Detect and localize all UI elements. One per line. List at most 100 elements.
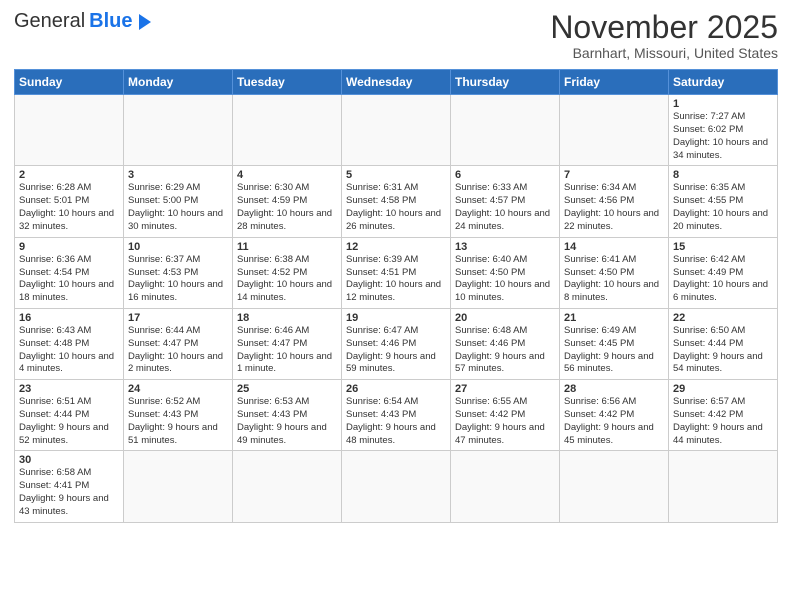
- day-info: Sunrise: 6:42 AM Sunset: 4:49 PM Dayligh…: [673, 254, 773, 305]
- calendar-cell: 19Sunrise: 6:47 AM Sunset: 4:46 PM Dayli…: [342, 308, 451, 379]
- calendar-cell: 13Sunrise: 6:40 AM Sunset: 4:50 PM Dayli…: [451, 237, 560, 308]
- day-number: 19: [346, 312, 446, 324]
- day-info: Sunrise: 6:52 AM Sunset: 4:43 PM Dayligh…: [128, 396, 228, 447]
- day-number: 26: [346, 383, 446, 395]
- day-number: 30: [19, 454, 119, 466]
- calendar-table: Sunday Monday Tuesday Wednesday Thursday…: [14, 69, 778, 523]
- calendar-cell: [124, 451, 233, 522]
- header-tuesday: Tuesday: [233, 70, 342, 95]
- day-number: 10: [128, 241, 228, 253]
- calendar-cell: 14Sunrise: 6:41 AM Sunset: 4:50 PM Dayli…: [560, 237, 669, 308]
- logo-general-text: General: [14, 10, 85, 33]
- day-info: Sunrise: 6:36 AM Sunset: 4:54 PM Dayligh…: [19, 254, 119, 305]
- day-info: Sunrise: 6:56 AM Sunset: 4:42 PM Dayligh…: [564, 396, 664, 447]
- calendar-cell: 28Sunrise: 6:56 AM Sunset: 4:42 PM Dayli…: [560, 380, 669, 451]
- calendar-cell: 25Sunrise: 6:53 AM Sunset: 4:43 PM Dayli…: [233, 380, 342, 451]
- calendar-cell: [233, 451, 342, 522]
- calendar-cell: 27Sunrise: 6:55 AM Sunset: 4:42 PM Dayli…: [451, 380, 560, 451]
- calendar-cell: [669, 451, 778, 522]
- calendar-cell: [15, 95, 124, 166]
- calendar-cell: 22Sunrise: 6:50 AM Sunset: 4:44 PM Dayli…: [669, 308, 778, 379]
- day-info: Sunrise: 6:39 AM Sunset: 4:51 PM Dayligh…: [346, 254, 446, 305]
- day-info: Sunrise: 6:40 AM Sunset: 4:50 PM Dayligh…: [455, 254, 555, 305]
- day-info: Sunrise: 6:38 AM Sunset: 4:52 PM Dayligh…: [237, 254, 337, 305]
- day-info: Sunrise: 6:47 AM Sunset: 4:46 PM Dayligh…: [346, 325, 446, 376]
- day-number: 3: [128, 169, 228, 181]
- calendar-subtitle: Barnhart, Missouri, United States: [550, 45, 778, 61]
- logo: General Blue: [14, 10, 151, 33]
- day-info: Sunrise: 6:37 AM Sunset: 4:53 PM Dayligh…: [128, 254, 228, 305]
- day-info: Sunrise: 6:43 AM Sunset: 4:48 PM Dayligh…: [19, 325, 119, 376]
- day-number: 27: [455, 383, 555, 395]
- day-number: 21: [564, 312, 664, 324]
- header-thursday: Thursday: [451, 70, 560, 95]
- day-info: Sunrise: 7:27 AM Sunset: 6:02 PM Dayligh…: [673, 111, 773, 162]
- header-wednesday: Wednesday: [342, 70, 451, 95]
- day-info: Sunrise: 6:53 AM Sunset: 4:43 PM Dayligh…: [237, 396, 337, 447]
- calendar-cell: 4Sunrise: 6:30 AM Sunset: 4:59 PM Daylig…: [233, 166, 342, 237]
- logo-area: General Blue: [14, 10, 151, 33]
- day-info: Sunrise: 6:44 AM Sunset: 4:47 PM Dayligh…: [128, 325, 228, 376]
- day-number: 14: [564, 241, 664, 253]
- day-number: 8: [673, 169, 773, 181]
- calendar-cell: 12Sunrise: 6:39 AM Sunset: 4:51 PM Dayli…: [342, 237, 451, 308]
- header: General Blue November 2025 Barnhart, Mis…: [14, 10, 778, 61]
- calendar-cell: 2Sunrise: 6:28 AM Sunset: 5:01 PM Daylig…: [15, 166, 124, 237]
- calendar-title: November 2025: [550, 10, 778, 45]
- calendar-cell: 30Sunrise: 6:58 AM Sunset: 4:41 PM Dayli…: [15, 451, 124, 522]
- day-number: 4: [237, 169, 337, 181]
- calendar-cell: 3Sunrise: 6:29 AM Sunset: 5:00 PM Daylig…: [124, 166, 233, 237]
- calendar-cell: 20Sunrise: 6:48 AM Sunset: 4:46 PM Dayli…: [451, 308, 560, 379]
- calendar-cell: [124, 95, 233, 166]
- header-friday: Friday: [560, 70, 669, 95]
- day-number: 7: [564, 169, 664, 181]
- calendar-cell: [451, 95, 560, 166]
- day-number: 11: [237, 241, 337, 253]
- header-monday: Monday: [124, 70, 233, 95]
- day-number: 23: [19, 383, 119, 395]
- calendar-cell: 9Sunrise: 6:36 AM Sunset: 4:54 PM Daylig…: [15, 237, 124, 308]
- week-row-5: 23Sunrise: 6:51 AM Sunset: 4:44 PM Dayli…: [15, 380, 778, 451]
- title-area: November 2025 Barnhart, Missouri, United…: [550, 10, 778, 61]
- calendar-cell: 16Sunrise: 6:43 AM Sunset: 4:48 PM Dayli…: [15, 308, 124, 379]
- calendar-cell: 1Sunrise: 7:27 AM Sunset: 6:02 PM Daylig…: [669, 95, 778, 166]
- calendar-cell: 11Sunrise: 6:38 AM Sunset: 4:52 PM Dayli…: [233, 237, 342, 308]
- calendar-cell: [560, 451, 669, 522]
- day-info: Sunrise: 6:35 AM Sunset: 4:55 PM Dayligh…: [673, 182, 773, 233]
- calendar-cell: [560, 95, 669, 166]
- day-info: Sunrise: 6:30 AM Sunset: 4:59 PM Dayligh…: [237, 182, 337, 233]
- day-info: Sunrise: 6:55 AM Sunset: 4:42 PM Dayligh…: [455, 396, 555, 447]
- logo-triangle-icon: [139, 14, 151, 30]
- day-info: Sunrise: 6:34 AM Sunset: 4:56 PM Dayligh…: [564, 182, 664, 233]
- day-info: Sunrise: 6:49 AM Sunset: 4:45 PM Dayligh…: [564, 325, 664, 376]
- day-number: 6: [455, 169, 555, 181]
- day-info: Sunrise: 6:54 AM Sunset: 4:43 PM Dayligh…: [346, 396, 446, 447]
- day-info: Sunrise: 6:57 AM Sunset: 4:42 PM Dayligh…: [673, 396, 773, 447]
- day-number: 28: [564, 383, 664, 395]
- day-info: Sunrise: 6:31 AM Sunset: 4:58 PM Dayligh…: [346, 182, 446, 233]
- week-row-3: 9Sunrise: 6:36 AM Sunset: 4:54 PM Daylig…: [15, 237, 778, 308]
- week-row-1: 1Sunrise: 7:27 AM Sunset: 6:02 PM Daylig…: [15, 95, 778, 166]
- day-info: Sunrise: 6:51 AM Sunset: 4:44 PM Dayligh…: [19, 396, 119, 447]
- day-info: Sunrise: 6:33 AM Sunset: 4:57 PM Dayligh…: [455, 182, 555, 233]
- calendar-cell: 26Sunrise: 6:54 AM Sunset: 4:43 PM Dayli…: [342, 380, 451, 451]
- day-info: Sunrise: 6:50 AM Sunset: 4:44 PM Dayligh…: [673, 325, 773, 376]
- calendar-cell: 10Sunrise: 6:37 AM Sunset: 4:53 PM Dayli…: [124, 237, 233, 308]
- week-row-6: 30Sunrise: 6:58 AM Sunset: 4:41 PM Dayli…: [15, 451, 778, 522]
- calendar-cell: 15Sunrise: 6:42 AM Sunset: 4:49 PM Dayli…: [669, 237, 778, 308]
- header-sunday: Sunday: [15, 70, 124, 95]
- calendar-cell: 8Sunrise: 6:35 AM Sunset: 4:55 PM Daylig…: [669, 166, 778, 237]
- calendar-cell: 29Sunrise: 6:57 AM Sunset: 4:42 PM Dayli…: [669, 380, 778, 451]
- header-saturday: Saturday: [669, 70, 778, 95]
- logo-blue-text: Blue: [89, 10, 132, 33]
- day-info: Sunrise: 6:41 AM Sunset: 4:50 PM Dayligh…: [564, 254, 664, 305]
- day-number: 9: [19, 241, 119, 253]
- calendar-cell: [233, 95, 342, 166]
- calendar-cell: 21Sunrise: 6:49 AM Sunset: 4:45 PM Dayli…: [560, 308, 669, 379]
- day-number: 2: [19, 169, 119, 181]
- day-number: 24: [128, 383, 228, 395]
- calendar-cell: [342, 451, 451, 522]
- day-number: 22: [673, 312, 773, 324]
- calendar-cell: [451, 451, 560, 522]
- day-info: Sunrise: 6:46 AM Sunset: 4:47 PM Dayligh…: [237, 325, 337, 376]
